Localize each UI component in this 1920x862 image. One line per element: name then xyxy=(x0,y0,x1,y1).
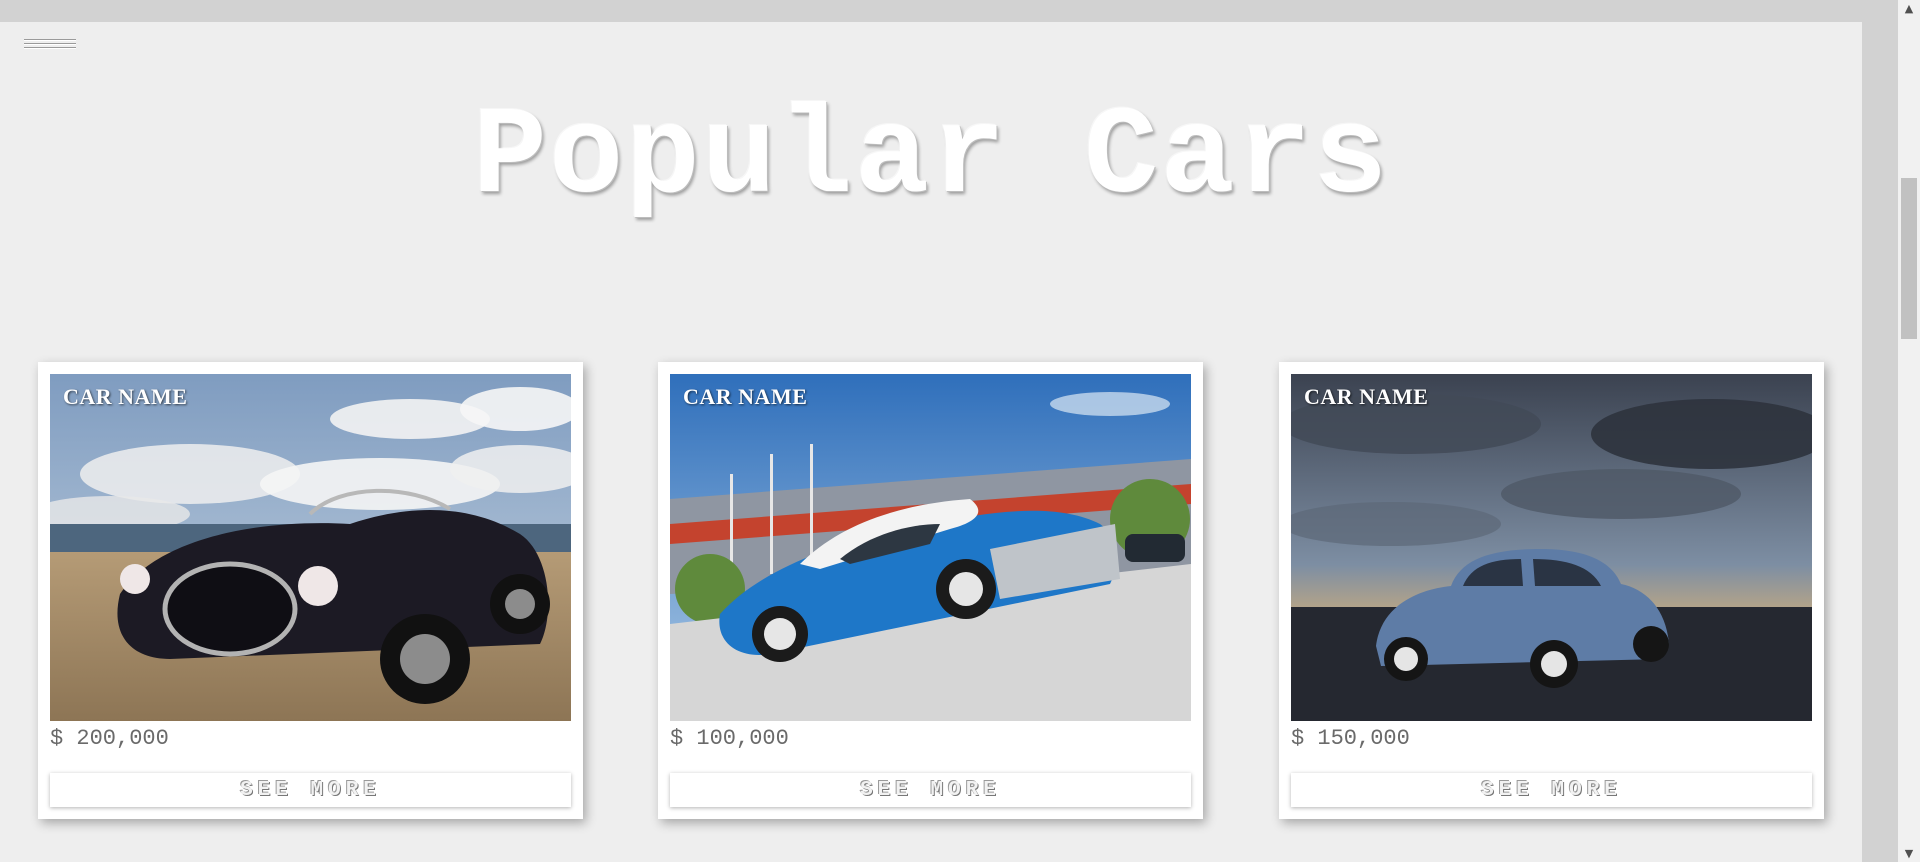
car-price: $ 200,000 xyxy=(50,726,169,751)
car-card: CAR NAME $ 100,000 SEE MORE xyxy=(658,362,1203,819)
scroll-down-arrow-icon[interactable]: ▼ xyxy=(1898,845,1920,862)
car-card: CAR NAME $ 150,000 SEE MORE xyxy=(1279,362,1824,819)
car-image-sedan[interactable]: CAR NAME xyxy=(670,374,1191,721)
car-image-beetle[interactable]: CAR NAME xyxy=(1291,374,1812,721)
page-title: Popular Cars xyxy=(472,89,1390,229)
car-price: $ 150,000 xyxy=(1291,726,1410,751)
see-more-button[interactable]: SEE MORE xyxy=(50,773,571,807)
car-name-label: CAR NAME xyxy=(683,384,808,409)
menu-line xyxy=(24,39,76,40)
scroll-up-arrow-icon[interactable]: ▲ xyxy=(1898,0,1920,17)
vertical-scrollbar[interactable]: ▲ ▼ xyxy=(1898,0,1920,862)
menu-line xyxy=(24,47,76,48)
car-name-label: CAR NAME xyxy=(63,384,188,409)
see-more-button[interactable]: SEE MORE xyxy=(670,773,1191,807)
car-name-label: CAR NAME xyxy=(1304,384,1429,409)
hamburger-menu-icon[interactable] xyxy=(24,39,76,55)
see-more-button[interactable]: SEE MORE xyxy=(1291,773,1812,807)
car-image-roadster[interactable]: CAR NAME xyxy=(50,374,571,721)
page-content: Popular Cars CAR NAME $ 200,000 SEE MORE… xyxy=(0,22,1862,862)
menu-line xyxy=(24,43,76,44)
car-price: $ 100,000 xyxy=(670,726,789,751)
scroll-thumb[interactable] xyxy=(1901,178,1917,339)
car-card: CAR NAME $ 200,000 SEE MORE xyxy=(38,362,583,819)
